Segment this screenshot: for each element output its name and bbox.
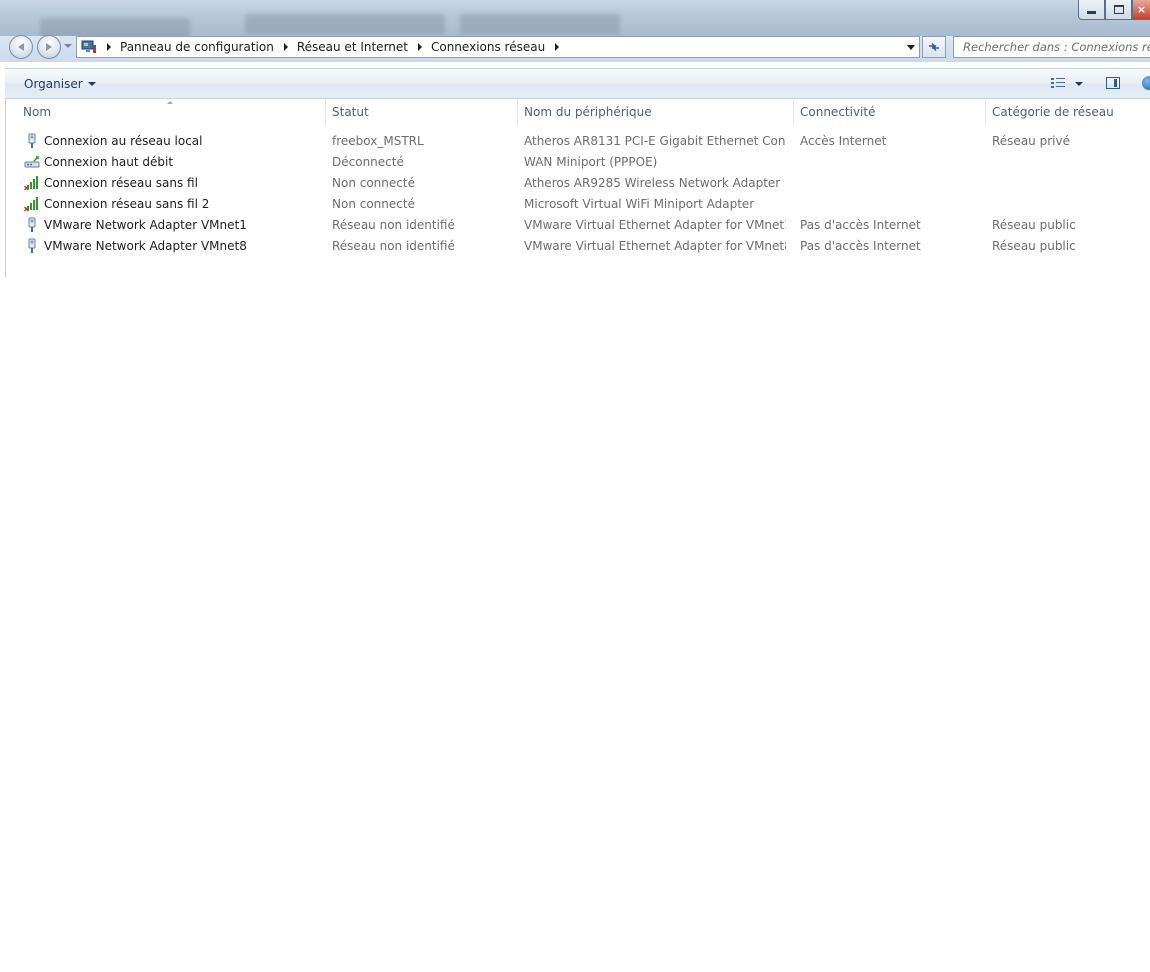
connection-status: Réseau non identifié xyxy=(332,218,455,232)
wireless-signal-icon xyxy=(24,176,38,191)
connection-name: Connexion haut débit xyxy=(44,155,174,169)
address-bar[interactable]: Panneau de configuration Réseau et Inter… xyxy=(76,36,920,58)
ethernet-adapter-icon xyxy=(28,238,36,253)
preview-pane-button[interactable] xyxy=(1106,77,1120,89)
connection-device: Atheros AR9285 Wireless Network Adapter xyxy=(524,176,781,190)
window-controls: × xyxy=(1078,0,1150,22)
breadcrumb-separator[interactable] xyxy=(283,43,288,51)
close-icon: × xyxy=(1136,3,1147,16)
wireless-signal-icon xyxy=(24,197,38,212)
organiser-button[interactable]: Organiser xyxy=(24,77,96,91)
title-bar: × xyxy=(0,0,1150,38)
connection-name: VMware Network Adapter VMnet1 xyxy=(44,218,247,232)
ethernet-adapter-icon xyxy=(28,217,36,232)
help-button[interactable] xyxy=(1142,76,1150,90)
connection-name: Connexion réseau sans fil 2 xyxy=(44,197,210,211)
address-history-dropdown[interactable] xyxy=(907,45,915,50)
column-header-peripherique[interactable]: Nom du périphérique xyxy=(518,99,794,125)
minimize-button[interactable] xyxy=(1078,0,1105,20)
connection-status: Déconnecté xyxy=(332,155,404,169)
connection-connectivity: Accès Internet xyxy=(800,134,887,148)
column-header-statut[interactable]: Statut xyxy=(326,99,518,125)
connection-status: freebox_MSTRL xyxy=(332,134,424,148)
blurred-background-tab xyxy=(460,14,620,34)
breadcrumb-separator[interactable] xyxy=(107,43,111,51)
connection-status: Réseau non identifié xyxy=(332,239,455,253)
back-arrow-icon xyxy=(18,43,24,51)
forward-button[interactable] xyxy=(37,35,61,59)
command-bar: Organiser xyxy=(5,68,1150,99)
sort-ascending-icon xyxy=(167,101,173,104)
back-button[interactable] xyxy=(9,35,33,59)
connection-connectivity: Pas d'accès Internet xyxy=(800,218,921,232)
close-button[interactable]: × xyxy=(1132,0,1150,20)
refresh-button[interactable] xyxy=(922,36,946,58)
connection-device: VMware Virtual Ethernet Adapter for VMne… xyxy=(524,218,786,232)
connection-device: VMware Virtual Ethernet Adapter for VMne… xyxy=(524,239,786,253)
forward-arrow-icon xyxy=(46,43,52,51)
connection-status: Non connecté xyxy=(332,197,415,211)
connection-category: Réseau public xyxy=(992,218,1076,232)
connection-category: Réseau public xyxy=(992,239,1076,253)
minimize-icon xyxy=(1087,10,1096,14)
change-view-button[interactable] xyxy=(1051,78,1083,89)
refresh-icon xyxy=(929,43,939,51)
list-item[interactable]: Connexion réseau sans fil 2 Non connecté… xyxy=(0,194,1150,215)
details-view-icon xyxy=(1051,78,1065,89)
explorer-window: × Panneau de configuration Réseau et Int… xyxy=(0,0,1150,277)
chevron-down-icon xyxy=(1075,81,1083,86)
column-header-categorie[interactable]: Catégorie de réseau xyxy=(986,99,1150,125)
connection-device: Microsoft Virtual WiFi Miniport Adapter xyxy=(524,197,755,211)
breadcrumb-network-connections[interactable]: Connexions réseau xyxy=(431,40,545,54)
connection-name: Connexion au réseau local xyxy=(44,134,203,148)
maximize-button[interactable] xyxy=(1105,0,1132,20)
organiser-label: Organiser xyxy=(24,77,83,91)
list-item[interactable]: VMware Network Adapter VMnet8 Réseau non… xyxy=(0,236,1150,257)
column-header-connectivite[interactable]: Connectivité xyxy=(794,99,986,125)
connection-name: VMware Network Adapter VMnet8 xyxy=(44,239,247,253)
list-item[interactable]: Connexion réseau sans fil Non connecté A… xyxy=(0,173,1150,194)
control-panel-icon xyxy=(81,40,97,54)
maximize-icon xyxy=(1113,5,1124,14)
breadcrumb-control-panel[interactable]: Panneau de configuration xyxy=(120,40,274,54)
broadband-modem-icon xyxy=(24,156,40,168)
connection-name: Connexion réseau sans fil xyxy=(44,176,198,190)
connection-device: WAN Miniport (PPPOE) xyxy=(524,155,658,169)
recent-pages-dropdown[interactable] xyxy=(64,44,72,48)
chevron-down-icon xyxy=(87,82,96,86)
search-input[interactable]: Rechercher dans : Connexions rés... xyxy=(953,36,1150,58)
blurred-background-tab xyxy=(245,14,445,34)
list-item[interactable]: VMware Network Adapter VMnet1 Réseau non… xyxy=(0,215,1150,236)
blurred-background-tab xyxy=(40,18,190,38)
breadcrumb-network-internet[interactable]: Réseau et Internet xyxy=(297,40,408,54)
connection-status: Non connecté xyxy=(332,176,415,190)
list-item[interactable]: Connexion au réseau local freebox_MSTRL … xyxy=(0,131,1150,152)
connection-connectivity: Pas d'accès Internet xyxy=(800,239,921,253)
navigation-bar: Panneau de configuration Réseau et Inter… xyxy=(0,35,1150,62)
connection-category: Réseau privé xyxy=(992,134,1070,148)
connections-list: Connexion au réseau local freebox_MSTRL … xyxy=(0,131,1150,257)
preview-pane-icon xyxy=(1114,79,1117,87)
connection-device: Atheros AR8131 PCI-E Gigabit Ethernet Co… xyxy=(524,134,786,148)
breadcrumb-separator[interactable] xyxy=(555,43,560,51)
list-item[interactable]: Connexion haut débit Déconnecté WAN Mini… xyxy=(0,152,1150,173)
ethernet-adapter-icon xyxy=(28,133,36,148)
breadcrumb-separator[interactable] xyxy=(417,43,422,51)
